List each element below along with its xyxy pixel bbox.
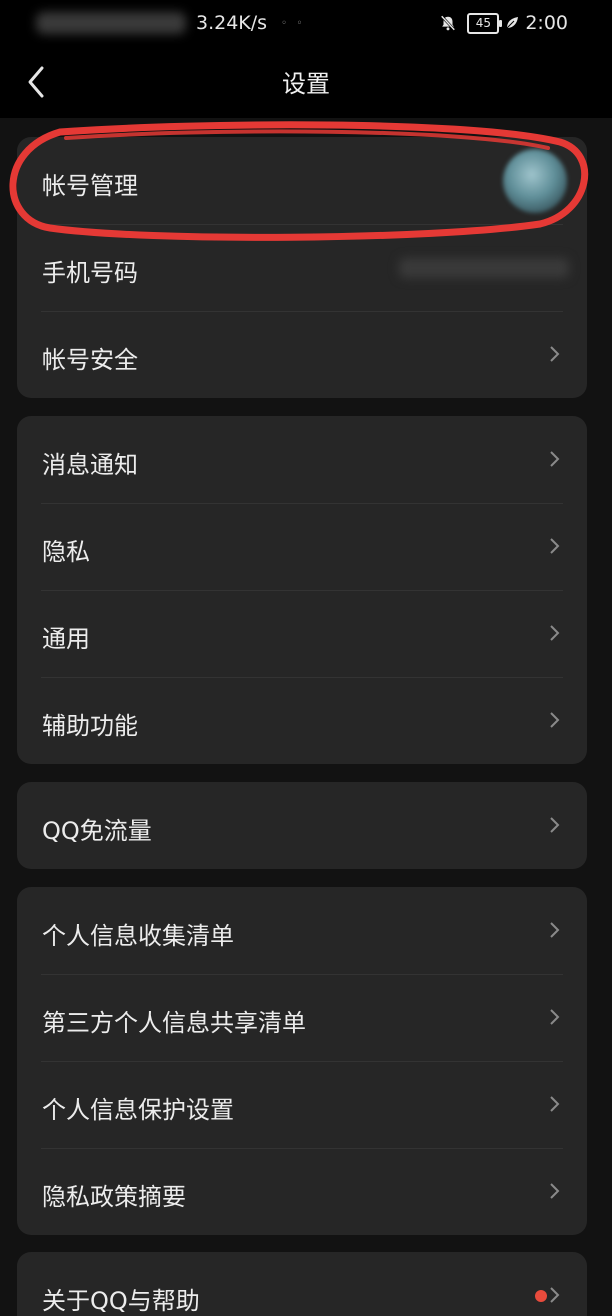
- general-row[interactable]: 通用: [17, 590, 587, 677]
- chevron-right-icon: [550, 451, 560, 467]
- chevron-right-icon: [550, 538, 560, 554]
- chevron-right-icon: [550, 1183, 560, 1199]
- accessibility-row[interactable]: 辅助功能: [17, 677, 587, 764]
- leaf-icon: [506, 17, 519, 29]
- row-label: 关于QQ与帮助: [42, 1287, 200, 1315]
- settings-screen: 3.24K/s ◦ ◦ 45 2:00 设置 帐号管理 手机号码 帐号安全 消息…: [0, 0, 612, 1316]
- about-group: 关于QQ与帮助: [17, 1252, 587, 1316]
- blurred-carrier-info: [36, 12, 186, 34]
- row-label: 隐私: [42, 538, 90, 566]
- privacy-row[interactable]: 隐私: [17, 503, 587, 590]
- row-label: 第三方个人信息共享清单: [42, 1009, 306, 1037]
- row-label: 帐号安全: [42, 346, 138, 374]
- row-label: 个人信息收集清单: [42, 922, 234, 950]
- status-small-icon: ◦ ◦: [281, 17, 303, 29]
- status-bar: 3.24K/s ◦ ◦ 45 2:00: [0, 0, 612, 46]
- chevron-right-icon: [550, 346, 560, 362]
- status-bar-left: 3.24K/s ◦ ◦: [36, 8, 302, 38]
- chevron-right-icon: [550, 625, 560, 641]
- chevron-right-icon: [550, 817, 560, 833]
- message-notification-row[interactable]: 消息通知: [17, 416, 587, 503]
- account-security-row[interactable]: 帐号安全: [17, 311, 587, 398]
- account-management-row[interactable]: 帐号管理: [17, 137, 587, 224]
- personal-info-collection-row[interactable]: 个人信息收集清单: [17, 887, 587, 974]
- row-label: 通用: [42, 625, 90, 653]
- row-label: 帐号管理: [42, 172, 138, 200]
- row-label: 隐私政策摘要: [42, 1183, 186, 1211]
- phone-number-row[interactable]: 手机号码: [17, 224, 587, 311]
- blurred-phone-number: [399, 258, 569, 278]
- row-label: 消息通知: [42, 451, 138, 479]
- status-bar-right: 45 2:00: [439, 8, 568, 38]
- row-label: 手机号码: [42, 259, 138, 287]
- row-label: 辅助功能: [42, 712, 138, 740]
- page-title: 设置: [282, 70, 330, 98]
- red-dot-badge: [535, 1290, 547, 1302]
- account-group: 帐号管理 手机号码 帐号安全: [17, 137, 587, 398]
- battery-icon: 45: [467, 12, 503, 34]
- chevron-right-icon: [550, 1287, 560, 1303]
- row-label: QQ免流量: [42, 817, 152, 845]
- navigation-bar: 设置: [0, 46, 612, 118]
- free-data-group: QQ免流量: [17, 782, 587, 869]
- personal-info-group: 个人信息收集清单 第三方个人信息共享清单 个人信息保护设置 隐私政策摘要: [17, 887, 587, 1235]
- network-speed: 3.24K/s: [196, 12, 268, 34]
- about-qq-help-row[interactable]: 关于QQ与帮助: [17, 1252, 587, 1316]
- chevron-right-icon: [550, 922, 560, 938]
- personal-info-protection-row[interactable]: 个人信息保护设置: [17, 1061, 587, 1148]
- third-party-sharing-row[interactable]: 第三方个人信息共享清单: [17, 974, 587, 1061]
- bell-off-icon: [441, 15, 456, 31]
- avatar: [503, 149, 567, 213]
- chevron-right-icon: [550, 1009, 560, 1025]
- chevron-right-icon: [550, 1096, 560, 1112]
- general-settings-group: 消息通知 隐私 通用 辅助功能: [17, 416, 587, 764]
- clock: 2:00: [525, 12, 568, 34]
- row-label: 个人信息保护设置: [42, 1096, 234, 1124]
- qq-free-data-row[interactable]: QQ免流量: [17, 782, 587, 869]
- chevron-right-icon: [550, 712, 560, 728]
- privacy-policy-summary-row[interactable]: 隐私政策摘要: [17, 1148, 587, 1235]
